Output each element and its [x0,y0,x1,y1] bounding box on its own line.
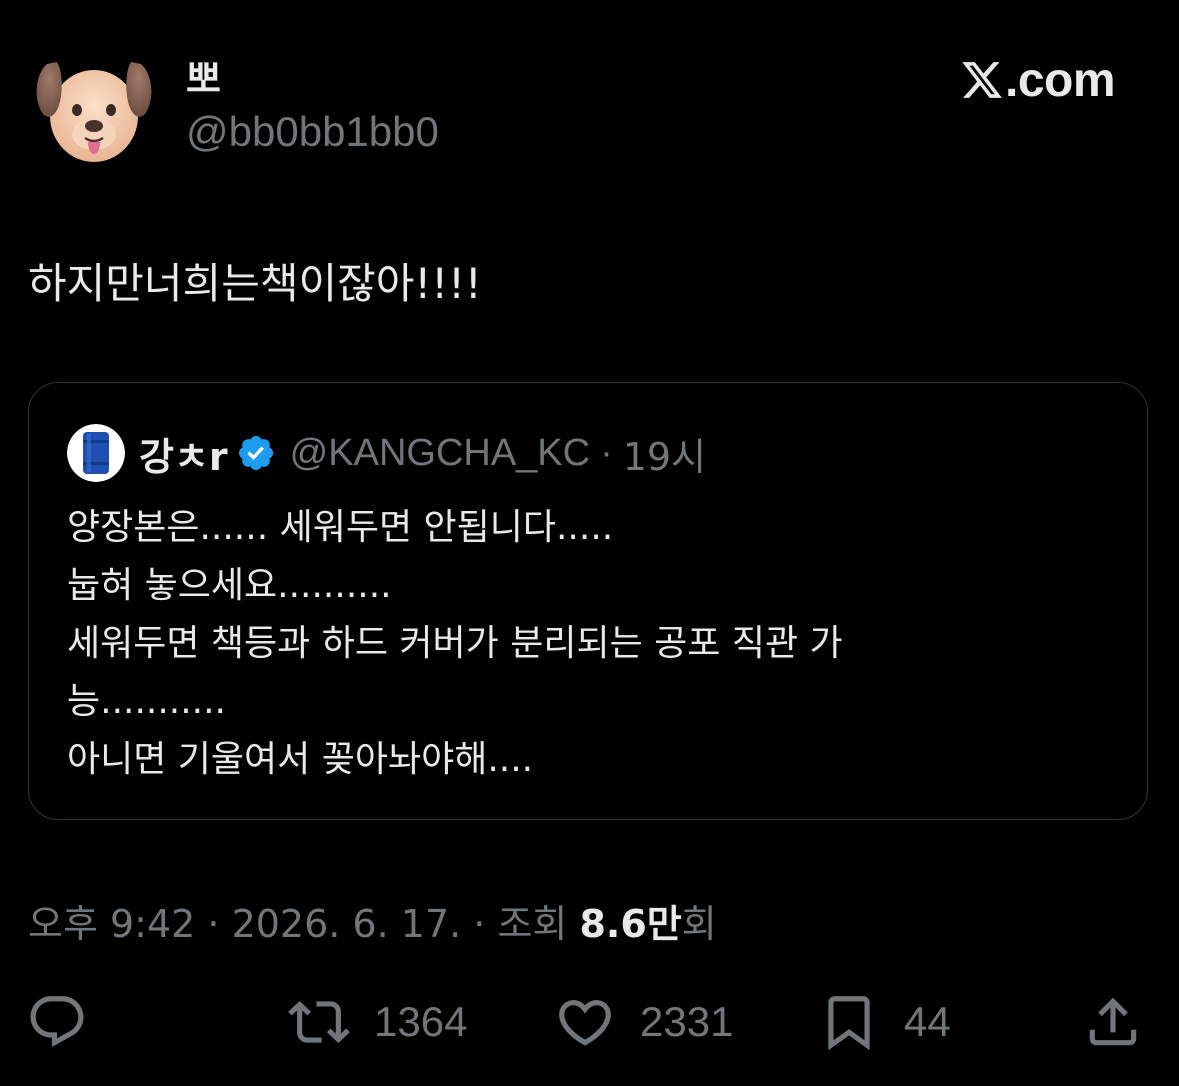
reply-button[interactable] [26,990,88,1054]
share-button[interactable] [1082,990,1144,1054]
retweet-count: 1364 [374,998,468,1045]
retweet-icon [288,1001,350,1043]
author-avatar[interactable] [33,52,155,168]
quote-line: 양장본은...... 세워두면 안됩니다..... [67,507,614,548]
views-unit: 회 [681,902,717,946]
tweet-text: 하지만너희는책이잖아!!!! [28,259,482,308]
heart-icon [559,1000,611,1046]
reply-icon [30,996,84,1048]
tweet-datetime[interactable]: 오후 9:42 · 2026. 6. 17. · 조회 [28,902,579,946]
like-count: 2331 [640,998,734,1045]
share-icon [1089,997,1137,1046]
quote-line: 세워두면 책등과 하드 커버가 분리되는 공포 직관 가 [67,623,843,664]
quote-line: 아니면 기울여서 꽂아놔야해.... [67,739,534,780]
bookmark-icon [828,996,870,1051]
site-domain-text: .com [1005,53,1116,107]
quote-avatar[interactable] [67,424,125,482]
quote-tweet-card[interactable]: 강ㅊr @KANGCHA_KC · 19시 양장본은...... 세워두면 안됩… [28,382,1148,820]
blue-barrel-icon [67,424,125,482]
quote-line: 눕혀 놓으세요.......... [67,565,392,606]
tweet-meta: 오후 9:42 · 2026. 6. 17. · 조회 8.6만회 [28,893,717,948]
quote-line: 능........... [67,681,226,722]
bookmark-count: 44 [904,998,951,1045]
quote-author-name[interactable]: 강ㅊr [139,426,228,481]
bookmark-button[interactable]: 44 [818,990,951,1054]
author-handle[interactable]: @bb0bb1bb0 [186,108,439,156]
author-name[interactable]: 뽀 [186,48,221,103]
quote-author-handle[interactable]: @KANGCHA_KC [290,432,590,475]
quote-header: 강ㅊr @KANGCHA_KC · 19시 [67,423,706,483]
verified-badge-icon [238,435,273,471]
quote-separator: · [600,431,613,474]
like-button[interactable]: 2331 [554,990,733,1054]
site-logo[interactable]: .com [960,50,1116,110]
retweet-button[interactable]: 1364 [288,990,467,1054]
quote-timestamp[interactable]: 19시 [623,426,706,481]
views-count: 8.6만 [579,902,682,946]
dog-face-icon [36,62,152,162]
x-logo-icon [962,62,1002,98]
quote-text: 양장본은...... 세워두면 안됩니다..... 눕혀 놓으세요.......… [67,499,1087,789]
